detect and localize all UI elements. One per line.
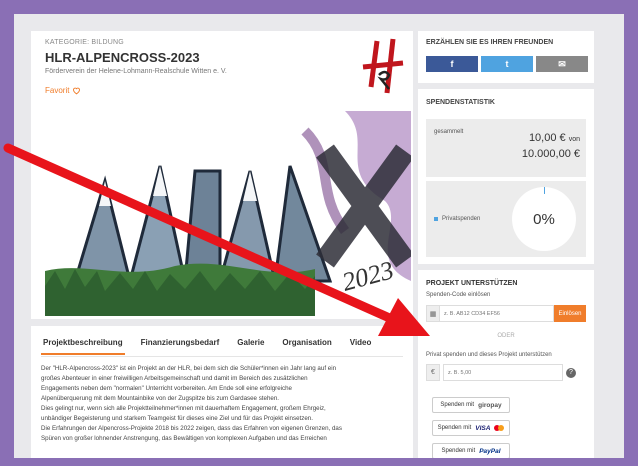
- support-card: PROJEKT UNTERSTÜTZEN Spenden-Code einlös…: [418, 270, 594, 458]
- project-header-card: KATEGORIE: BILDUNG HLR-ALPENCROSS-2023 F…: [31, 31, 413, 319]
- legend-dot: [434, 217, 438, 221]
- collected-amount: 10,00 € von 10.000,00 €: [522, 131, 580, 161]
- heart-icon: [73, 87, 81, 95]
- project-description: Der "HLR-Alpencross-2023" ist ein Projek…: [41, 364, 403, 444]
- project-organization[interactable]: Förderverein der Helene-Lohmann-Realschu…: [45, 68, 227, 75]
- goal-value: 10.000,00 €: [521, 148, 580, 160]
- description-line: Engagements neben dem "normalen" Unterri…: [41, 385, 293, 392]
- share-card: ERZÄHLEN SIE ES IHREN FREUNDEN f t ✉: [418, 31, 594, 83]
- twitter-share-button[interactable]: t: [481, 56, 533, 72]
- pay-prefix: Spenden mit: [441, 448, 476, 454]
- tab-projektbeschreibung[interactable]: Projektbeschreibung: [41, 332, 125, 355]
- donation-code-input[interactable]: [440, 305, 554, 322]
- project-hero-image: CROSS 2023: [45, 111, 411, 316]
- tab-divider: [41, 356, 403, 357]
- redeem-button[interactable]: Einlösen: [554, 305, 586, 322]
- of-label: von: [568, 136, 580, 143]
- mastercard-icon: [494, 425, 505, 431]
- collected-value: 10,00 €: [528, 132, 566, 144]
- code-label: Spenden-Code einlösen: [426, 292, 491, 298]
- mail-share-button[interactable]: ✉: [536, 56, 588, 72]
- favorite-label: Favorit: [45, 86, 70, 95]
- pay-prefix: Spenden mit: [440, 402, 475, 408]
- progress-donut: 0%: [512, 187, 576, 251]
- paypal-logo: PayPal: [479, 447, 501, 455]
- pay-prefix: Spenden mit: [437, 425, 472, 431]
- help-icon[interactable]: ?: [566, 367, 576, 378]
- facebook-icon: f: [450, 59, 454, 69]
- tab-finanzierungsbedarf[interactable]: Finanzierungsbedarf: [139, 332, 222, 355]
- tab-video[interactable]: Video: [348, 332, 374, 355]
- description-line: unbändiger Begeisterung und starkem Team…: [41, 415, 313, 422]
- progress-box: Privatspenden 0%: [426, 181, 586, 257]
- pay-paypal-button[interactable]: Spenden mit PayPal: [432, 443, 510, 458]
- progress-legend: Privatspenden: [434, 216, 480, 222]
- donation-stats-card: SPENDENSTATISTIK gesammelt 10,00 € von 1…: [418, 89, 594, 264]
- school-logo: [362, 38, 404, 94]
- twitter-icon: t: [505, 59, 509, 69]
- or-separator: ODER: [497, 333, 515, 339]
- private-donation-label: Privat spenden und dieses Projekt unters…: [426, 352, 552, 358]
- progress-percent: 0%: [533, 210, 555, 228]
- donation-amount-input[interactable]: [443, 364, 563, 381]
- project-category: KATEGORIE: BILDUNG: [45, 39, 124, 46]
- description-line: Dies gelingt nur, wenn sich alle Projekt…: [41, 405, 326, 412]
- project-tabs: Projektbeschreibung Finanzierungsbedarf …: [41, 332, 373, 355]
- tab-organisation[interactable]: Organisation: [280, 332, 333, 355]
- collected-box: gesammelt 10,00 € von 10.000,00 €: [426, 119, 586, 177]
- project-title: HLR-ALPENCROSS-2023: [45, 50, 200, 65]
- mail-icon: ✉: [558, 58, 566, 69]
- page-frame: KATEGORIE: BILDUNG HLR-ALPENCROSS-2023 F…: [14, 14, 624, 458]
- giropay-logo: giropay: [478, 401, 502, 409]
- amount-row: € ?: [426, 364, 586, 381]
- support-title: PROJEKT UNTERSTÜTZEN: [426, 280, 518, 287]
- share-buttons: f t ✉: [426, 56, 588, 72]
- collected-label: gesammelt: [434, 129, 464, 135]
- description-line: Spüren von großer lohnender Anstrengung,…: [41, 435, 327, 442]
- description-line: Der "HLR-Alpencross-2023" ist ein Projek…: [41, 365, 337, 372]
- tab-galerie[interactable]: Galerie: [235, 332, 266, 355]
- description-line: Alpenüberquerung mit dem Mountainbike vo…: [41, 395, 280, 402]
- pay-visa-button[interactable]: Spenden mit VISA: [432, 420, 510, 436]
- euro-icon: €: [426, 364, 440, 381]
- facebook-share-button[interactable]: f: [426, 56, 478, 72]
- project-details-card: Projektbeschreibung Finanzierungsbedarf …: [31, 326, 413, 458]
- code-row: ▦ Einlösen: [426, 305, 586, 322]
- pay-giropay-button[interactable]: Spenden mit giropay: [432, 397, 510, 413]
- stats-title: SPENDENSTATISTIK: [426, 99, 495, 106]
- favorite-button[interactable]: Favorit: [45, 86, 81, 95]
- visa-logo: VISA: [475, 424, 491, 432]
- share-title: ERZÄHLEN SIE ES IHREN FREUNDEN: [426, 39, 554, 46]
- code-icon: ▦: [426, 305, 440, 322]
- legend-label: Privatspenden: [442, 216, 481, 222]
- description-line: Die Erfahrungen der Alpencross-Projekte …: [41, 425, 342, 432]
- description-line: großes Abenteuer in einer freiwilligen A…: [41, 375, 308, 382]
- hero-side-text: CROSS: [268, 152, 280, 221]
